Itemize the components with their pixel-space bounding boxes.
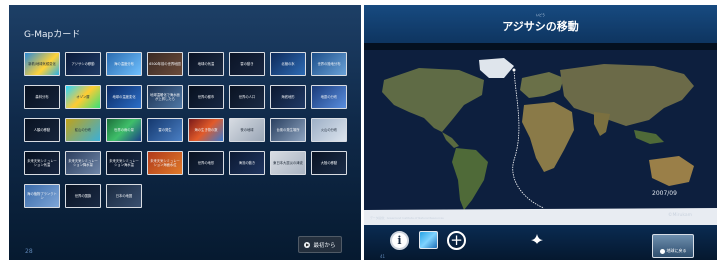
back-to-globe-label: 地球に戻る: [666, 248, 687, 253]
gmap-card[interactable]: 海の温度分布: [106, 52, 142, 76]
gmap-card-label: 未来天気シミュレーション海水温: [109, 159, 139, 167]
gmap-card-list-panel: G-Mapカード 新着/地球気候変化 アジサシの移動 海の温度分布 6500年前の世界…: [9, 5, 361, 260]
map-title: アジサシの移動: [502, 20, 579, 33]
gmap-card[interactable]: 海の生き物の数: [188, 118, 224, 142]
gmap-card[interactable]: 海の植物プランクトン: [24, 184, 60, 208]
gmap-card-label: 日本の地図: [115, 194, 133, 198]
gmap-card-label: 鉱山の分布: [74, 128, 92, 132]
gmap-card[interactable]: 未来天気シミュレーション気温: [24, 151, 60, 175]
gmap-card[interactable]: 日本の地図: [106, 184, 142, 208]
from-start-button[interactable]: ▶ 最初から: [298, 236, 342, 253]
gmap-card[interactable]: 火山の分布: [311, 118, 347, 142]
page-number: 41: [380, 254, 386, 259]
gmap-card[interactable]: 海底地形: [270, 85, 306, 109]
gmap-card-label: 海の生き物の数: [194, 128, 218, 132]
gmap-card[interactable]: 雲の動き: [229, 52, 265, 76]
gmap-card[interactable]: 地震の分布: [311, 85, 347, 109]
panel-title: G-Mapカード: [24, 30, 81, 40]
gmap-card-label: 6500年前の世界地図: [149, 62, 181, 66]
from-start-label: 最初から: [313, 242, 336, 249]
gmap-card[interactable]: 台風の発生場所: [270, 118, 306, 142]
gmap-card-label: 世界の雨の量: [114, 128, 134, 132]
back-to-globe-button[interactable]: 地球に戻る: [652, 234, 694, 258]
gmap-card[interactable]: 未来天気シミュレーション海水温: [106, 151, 142, 175]
gmap-card-label: 北極の氷: [281, 62, 295, 66]
gmap-card[interactable]: 未来天気シミュレーション降水量: [65, 151, 101, 175]
gmap-card[interactable]: アジサシの移動: [65, 52, 101, 76]
page-number: 28: [25, 248, 33, 255]
gmap-card-label: アジサシの移動: [71, 62, 95, 66]
gmap-card[interactable]: 新着/地球気候変化: [24, 52, 60, 76]
gmap-card-label: 人類の移動: [33, 128, 51, 132]
gmap-card[interactable]: 大陸の移動: [311, 151, 347, 175]
gmap-card-label: 世界の陸地分布: [317, 62, 341, 66]
add-button[interactable]: +: [447, 231, 466, 250]
gmap-card-label: 地球の温度変化: [112, 95, 136, 99]
gmap-card[interactable]: オゾン層: [65, 85, 101, 109]
title-ruby: いどう: [535, 13, 545, 17]
gmap-card-label: 海流の動き: [238, 161, 256, 165]
gmap-card[interactable]: 地球の気温: [188, 52, 224, 76]
gmap-card[interactable]: 地球の温度変化: [106, 85, 142, 109]
gmap-card-label: 地球温暖化で海水面が上昇したら: [150, 93, 180, 101]
map-thumbnail-button[interactable]: [419, 231, 438, 249]
gmap-card[interactable]: 世界の国旗: [65, 184, 101, 208]
gmap-card[interactable]: 鉱山の分布: [65, 118, 101, 142]
gmap-card-label: 未来天気シミュレーション気温: [27, 159, 57, 167]
gmap-card-label: 未来天気シミュレーション降水量: [68, 159, 98, 167]
gmap-card-label: 海底地形: [281, 95, 295, 99]
gmap-card[interactable]: 世界の雨の量: [106, 118, 142, 142]
map-date: 2007/09: [652, 190, 677, 197]
gmap-card[interactable]: 北極の氷: [270, 52, 306, 76]
gmap-card-label: 新着/地球気候変化: [28, 62, 56, 66]
gmap-card-label: 雷の発生: [158, 128, 172, 132]
gmap-card[interactable]: 世界の都市: [188, 85, 224, 109]
gmap-card[interactable]: 世界の地形: [188, 151, 224, 175]
gmap-card-label: 夜の地球: [240, 128, 254, 132]
gmap-card-label: 海の温度分布: [114, 62, 134, 66]
gmap-card-label: 未来天気シミュレーション海面水位: [150, 159, 180, 167]
gmap-card[interactable]: 人類の移動: [24, 118, 60, 142]
gmap-card-label: 火山の分布: [320, 128, 338, 132]
gmap-card[interactable]: 世界の人口: [229, 85, 265, 109]
gmap-card-label: 森林分布: [35, 95, 49, 99]
copyright-credit: ©Mirukam: [668, 213, 693, 218]
world-map[interactable]: [364, 50, 717, 225]
gmap-card[interactable]: 6500年前の世界地図: [147, 52, 183, 76]
globe-icon: [659, 249, 665, 254]
gmap-card-label: 世界の地形: [197, 161, 215, 165]
play-icon: ▶: [304, 241, 311, 248]
data-credit: データ提供：Greenland Institute of Natural Res…: [370, 216, 444, 220]
gmap-card[interactable]: 夜の地球: [229, 118, 265, 142]
gmap-card-label: 雲の動き: [240, 62, 254, 66]
info-button[interactable]: i: [390, 231, 409, 250]
gmap-card[interactable]: 雷の発生: [147, 118, 183, 142]
gmap-card-label: 東日本大震災の津波: [273, 161, 303, 165]
gmap-card-label: 台風の発生場所: [276, 128, 300, 132]
world-map-graphic: [364, 50, 717, 225]
tern-bird-icon: [531, 234, 543, 244]
gmap-card[interactable]: 地球温暖化で海水面が上昇したら: [147, 85, 183, 109]
gmap-card[interactable]: 未来天気シミュレーション海面水位: [147, 151, 183, 175]
gmap-card-label: 地球の気温: [197, 62, 215, 66]
gmap-card[interactable]: 東日本大震災の津波: [270, 151, 306, 175]
gmap-card[interactable]: 森林分布: [24, 85, 60, 109]
gmap-card-label: 世界の都市: [197, 95, 215, 99]
gmap-card-label: 大陸の移動: [320, 161, 338, 165]
gmap-card-label: 地震の分布: [320, 95, 338, 99]
gmap-card-label: 世界の人口: [238, 95, 256, 99]
gmap-card-label: オゾン層: [76, 95, 90, 99]
gmap-card-label: 海の植物プランクトン: [27, 192, 57, 200]
gmap-card-label: 世界の国旗: [74, 194, 92, 198]
gmap-card[interactable]: 世界の陸地分布: [311, 52, 347, 76]
map-view-panel: いどう アジサシの移動 2007/09 データ提供：Greenland Inst…: [364, 5, 717, 260]
gmap-card[interactable]: 海流の動き: [229, 151, 265, 175]
